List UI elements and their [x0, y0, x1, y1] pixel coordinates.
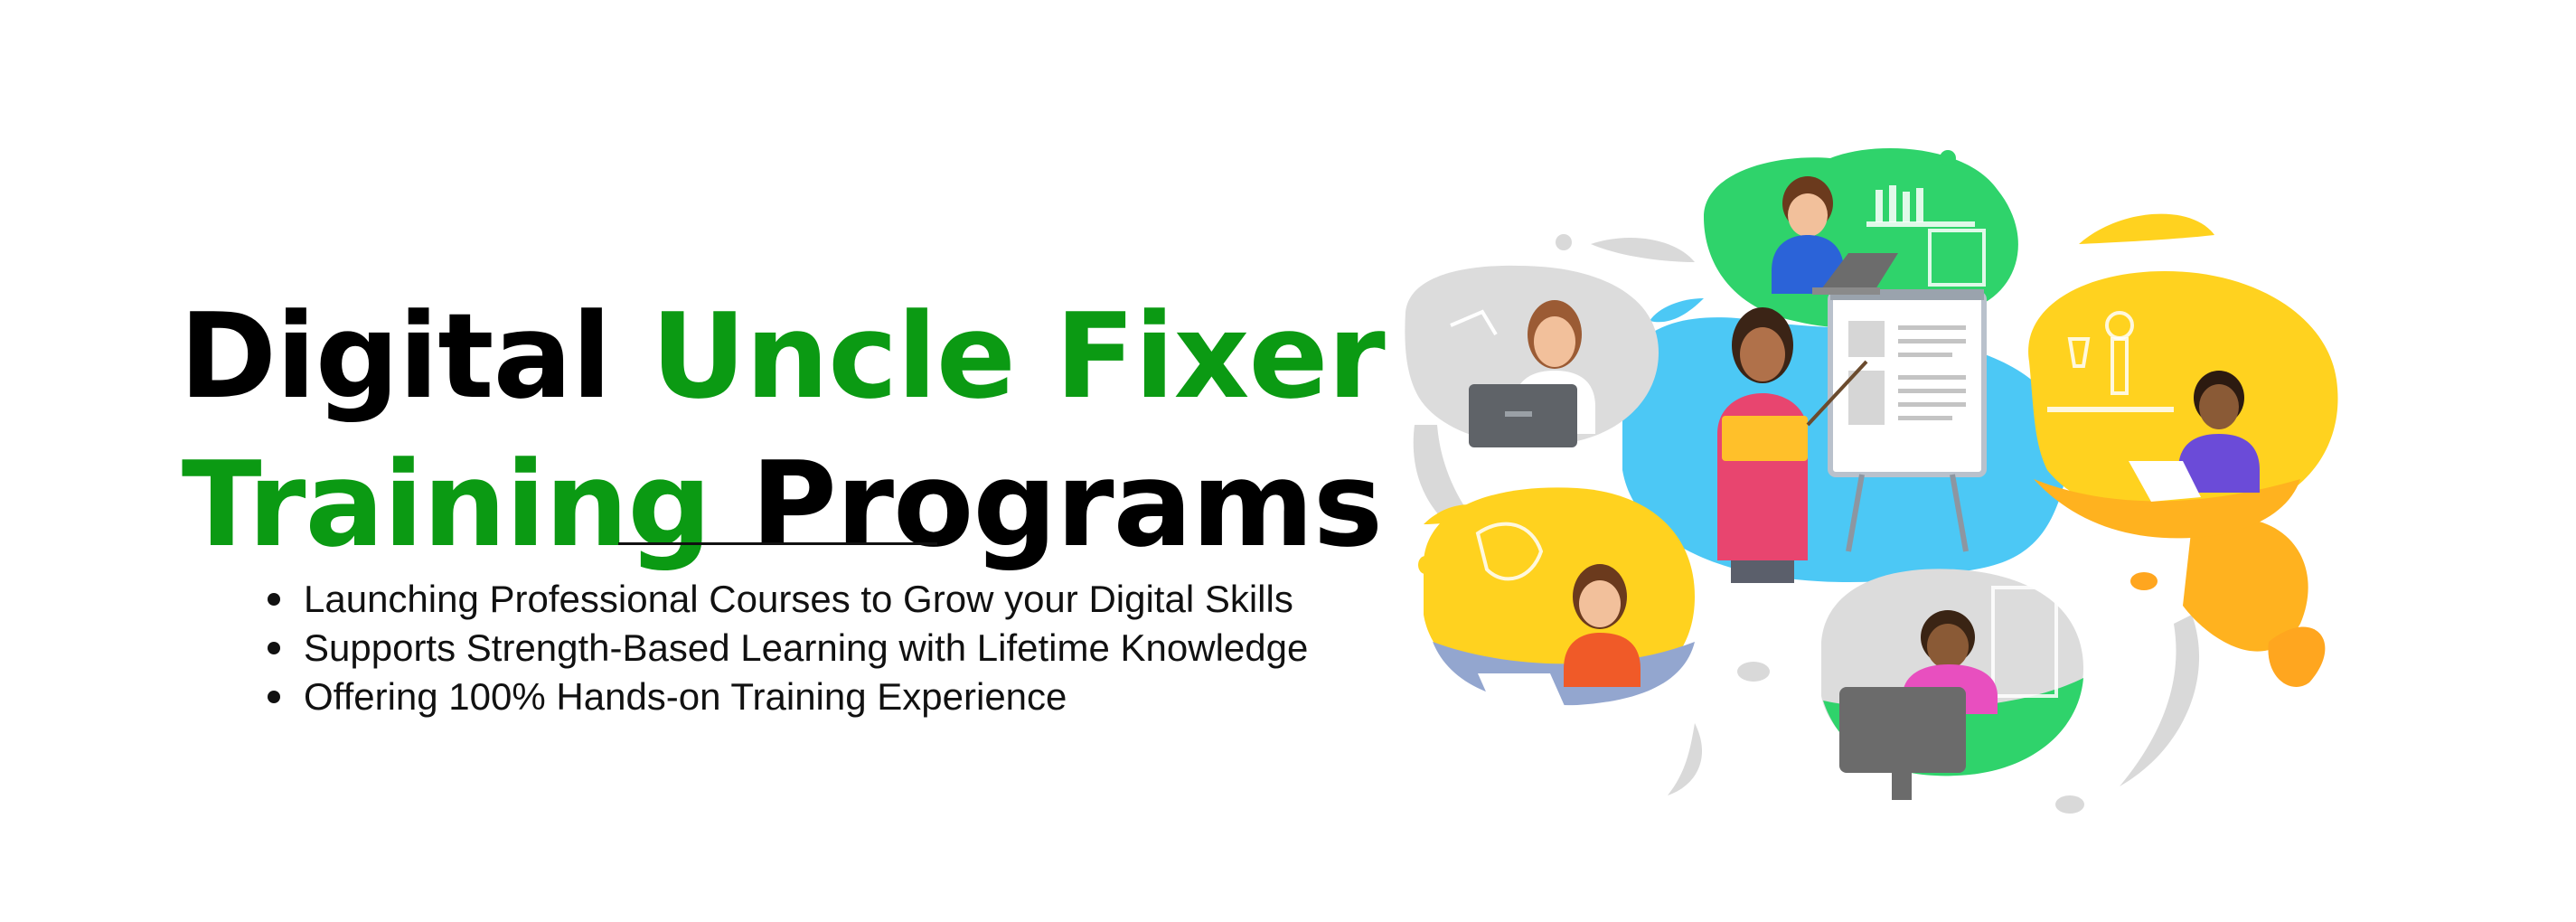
feature-text: Supports Strength-Based Learning with Li… — [304, 626, 1309, 669]
bullet-icon — [268, 642, 280, 654]
title-words-uncle-fixer: Uncle Fixer — [651, 287, 1386, 426]
feature-text: Offering 100% Hands-on Training Experien… — [304, 675, 1067, 718]
feature-item: Offering 100% Hands-on Training Experien… — [262, 673, 1308, 721]
feature-text: Launching Professional Courses to Grow y… — [304, 578, 1293, 620]
yellow-blob-bottom — [1424, 487, 1695, 706]
title-line-1: Digital Uncle Fixer — [163, 282, 1401, 430]
title-word-digital: Digital — [179, 287, 652, 426]
title-line-2: Training Programs — [163, 430, 1401, 579]
bullet-icon — [268, 593, 280, 606]
feature-item: Supports Strength-Based Learning with Li… — [262, 624, 1308, 673]
page-title: Digital Uncle Fixer Training Programs — [163, 282, 1401, 579]
feature-item: Launching Professional Courses to Grow y… — [262, 575, 1308, 624]
online-learning-illustration — [1405, 148, 2338, 814]
bullet-icon — [268, 691, 280, 703]
title-word-programs: Programs — [710, 436, 1383, 574]
feature-list: Launching Professional Courses to Grow y… — [262, 575, 1308, 721]
promo-banner: Digital Uncle Fixer Training Programs La… — [0, 0, 2576, 922]
title-word-training: Training — [181, 436, 712, 574]
title-divider — [618, 542, 937, 545]
